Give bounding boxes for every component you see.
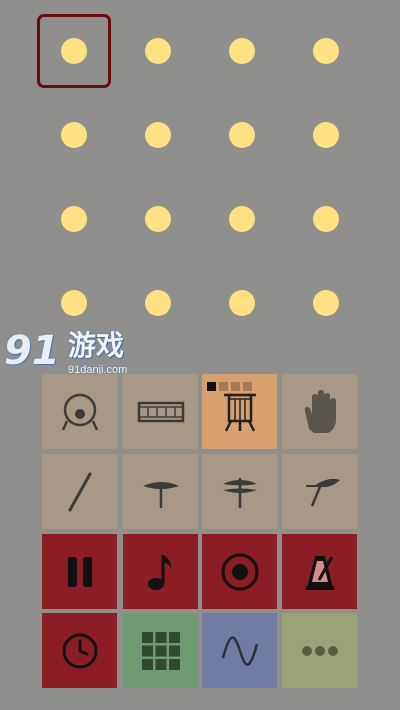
step-cell[interactable] bbox=[121, 14, 195, 88]
drumstick-pad[interactable] bbox=[42, 454, 117, 529]
variant-dot bbox=[207, 382, 216, 391]
step-cell[interactable] bbox=[37, 182, 111, 256]
music-note-icon bbox=[147, 554, 171, 590]
step-dot bbox=[229, 122, 255, 148]
step-dot bbox=[313, 290, 339, 316]
step-dot bbox=[61, 38, 87, 64]
step-cell-selected[interactable] bbox=[37, 14, 111, 88]
note-button[interactable] bbox=[123, 534, 198, 609]
grid-icon bbox=[141, 631, 180, 670]
step-cell[interactable] bbox=[289, 98, 363, 172]
clock-icon bbox=[62, 633, 97, 668]
step-dot bbox=[229, 206, 255, 232]
snare-drum-icon bbox=[137, 401, 184, 422]
step-grid bbox=[0, 0, 400, 360]
step-cell[interactable] bbox=[289, 266, 363, 340]
open-hihat-pad[interactable] bbox=[202, 454, 277, 529]
closed-hihat-pad[interactable] bbox=[123, 454, 198, 529]
sine-wave-icon bbox=[221, 635, 258, 666]
step-dot bbox=[229, 290, 255, 316]
step-cell[interactable] bbox=[121, 98, 195, 172]
step-cell[interactable] bbox=[37, 98, 111, 172]
step-cell[interactable] bbox=[289, 182, 363, 256]
wave-button[interactable] bbox=[202, 613, 277, 688]
snare-drum-pad[interactable] bbox=[123, 374, 198, 449]
step-dot bbox=[313, 206, 339, 232]
pause-icon bbox=[67, 556, 92, 587]
floor-tom-pad[interactable] bbox=[202, 374, 277, 449]
step-cell[interactable] bbox=[205, 14, 279, 88]
step-dot bbox=[61, 290, 87, 316]
more-icon bbox=[301, 645, 338, 656]
crash-cymbal-pad[interactable] bbox=[282, 454, 357, 529]
variant-dot bbox=[231, 382, 240, 391]
variant-indicator bbox=[207, 382, 252, 391]
more-button[interactable] bbox=[282, 613, 357, 688]
hand-clap-pad[interactable] bbox=[282, 374, 357, 449]
variant-dot bbox=[243, 382, 252, 391]
bass-drum-icon bbox=[61, 393, 98, 431]
record-button[interactable] bbox=[202, 534, 277, 609]
bass-drum-pad[interactable] bbox=[42, 374, 117, 449]
step-dot bbox=[61, 206, 87, 232]
pause-button[interactable] bbox=[42, 534, 117, 609]
pattern-grid-button[interactable] bbox=[123, 613, 198, 688]
step-cell[interactable] bbox=[205, 266, 279, 340]
step-dot bbox=[313, 122, 339, 148]
step-dot bbox=[145, 290, 171, 316]
crash-cymbal-icon bbox=[305, 478, 340, 506]
closed-hihat-icon bbox=[142, 481, 179, 508]
drumstick-icon bbox=[68, 472, 91, 511]
floor-tom-icon bbox=[223, 393, 256, 432]
hand-icon bbox=[304, 389, 336, 433]
open-hihat-icon bbox=[222, 477, 257, 508]
watermark-name: 游戏 bbox=[68, 330, 125, 361]
record-icon bbox=[221, 553, 258, 590]
step-dot bbox=[229, 38, 255, 64]
variant-dot bbox=[219, 382, 228, 391]
metronome-button[interactable] bbox=[282, 534, 357, 609]
step-dot bbox=[61, 122, 87, 148]
step-cell[interactable] bbox=[205, 98, 279, 172]
step-dot bbox=[145, 206, 171, 232]
metronome-icon bbox=[305, 555, 334, 590]
watermark-brand: 91 bbox=[4, 328, 60, 374]
pad-panel bbox=[42, 374, 360, 692]
step-cell[interactable] bbox=[205, 182, 279, 256]
tempo-button[interactable] bbox=[42, 613, 117, 688]
step-cell[interactable] bbox=[289, 14, 363, 88]
step-dot bbox=[313, 38, 339, 64]
step-cell[interactable] bbox=[121, 182, 195, 256]
step-dot bbox=[145, 38, 171, 64]
step-dot bbox=[145, 122, 171, 148]
